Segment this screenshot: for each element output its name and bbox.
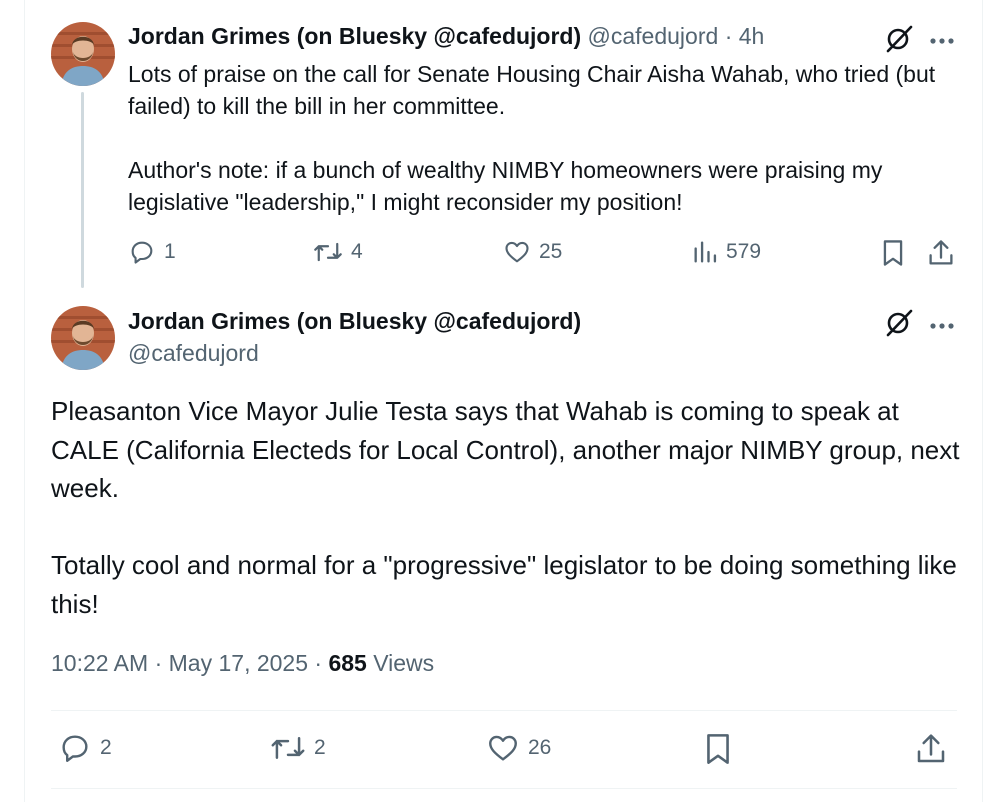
views-icon — [692, 238, 718, 266]
repost-count: 4 — [351, 240, 363, 263]
reply-count: 1 — [164, 240, 176, 263]
thread-connector-line — [81, 92, 84, 288]
more-icon[interactable] — [928, 318, 956, 329]
display-name-text: Jordan Grimes (on Bluesky @cafedujord) — [128, 308, 582, 334]
bookmark-button[interactable] — [880, 238, 906, 268]
tweet-metadata: 10:22 AM · May 17, 2025 · 685 Views — [51, 650, 434, 677]
repost-icon — [313, 238, 343, 266]
views-count: 685 — [328, 650, 367, 676]
timeline-right-border — [982, 0, 983, 802]
share-icon — [927, 238, 955, 268]
avatar[interactable] — [51, 306, 115, 370]
grok-icon[interactable] — [884, 308, 914, 338]
reply-button[interactable]: 1 — [128, 238, 176, 266]
tweet-date[interactable]: May 17, 2025 — [169, 650, 308, 676]
timeline-left-border — [24, 0, 25, 802]
display-name[interactable]: Jordan Grimes (on Bluesky @cafedujord) — [128, 23, 581, 49]
share-button[interactable] — [927, 238, 955, 268]
share-icon — [915, 731, 947, 767]
reply-icon — [128, 238, 156, 266]
handle[interactable]: @cafedujord — [588, 23, 719, 49]
divider — [51, 710, 957, 711]
repost-icon — [270, 731, 306, 765]
reply-icon — [58, 731, 92, 765]
tweet-text: Pleasanton Vice Mayor Julie Testa says t… — [51, 396, 960, 619]
like-button[interactable]: 26 — [486, 731, 551, 765]
tweet-time[interactable]: 10:22 AM — [51, 650, 148, 676]
like-count: 25 — [539, 240, 563, 263]
bookmark-button[interactable] — [703, 731, 733, 767]
bookmark-icon — [880, 238, 906, 268]
display-name[interactable]: Jordan Grimes (on Bluesky @cafedujord) — [128, 308, 581, 335]
avatar[interactable] — [51, 22, 115, 86]
views-count: 579 — [726, 240, 762, 263]
timestamp[interactable]: 4h — [739, 23, 765, 49]
separator: · — [314, 650, 323, 676]
bookmark-icon — [703, 731, 733, 767]
repost-count: 2 — [314, 736, 326, 759]
share-button[interactable] — [915, 731, 947, 767]
grok-icon[interactable] — [884, 24, 914, 54]
tweet-text: Lots of praise on the call for Senate Ho… — [128, 61, 936, 215]
divider — [51, 788, 957, 789]
reply-count: 2 — [100, 736, 112, 759]
like-button[interactable]: 25 — [503, 238, 562, 266]
separator: · — [724, 23, 733, 49]
repost-button[interactable]: 4 — [313, 238, 363, 266]
like-icon — [503, 238, 531, 266]
repost-button[interactable]: 2 — [270, 731, 326, 765]
handle[interactable]: @cafedujord — [128, 340, 259, 367]
author-line: Jordan Grimes (on Bluesky @cafedujord) @… — [128, 23, 764, 50]
views-button[interactable]: 579 — [692, 238, 761, 266]
separator: · — [154, 650, 163, 676]
like-icon — [486, 731, 520, 765]
reply-button[interactable]: 2 — [58, 731, 112, 765]
like-count: 26 — [528, 736, 552, 759]
views-label: Views — [373, 650, 435, 676]
more-icon[interactable] — [928, 33, 956, 44]
